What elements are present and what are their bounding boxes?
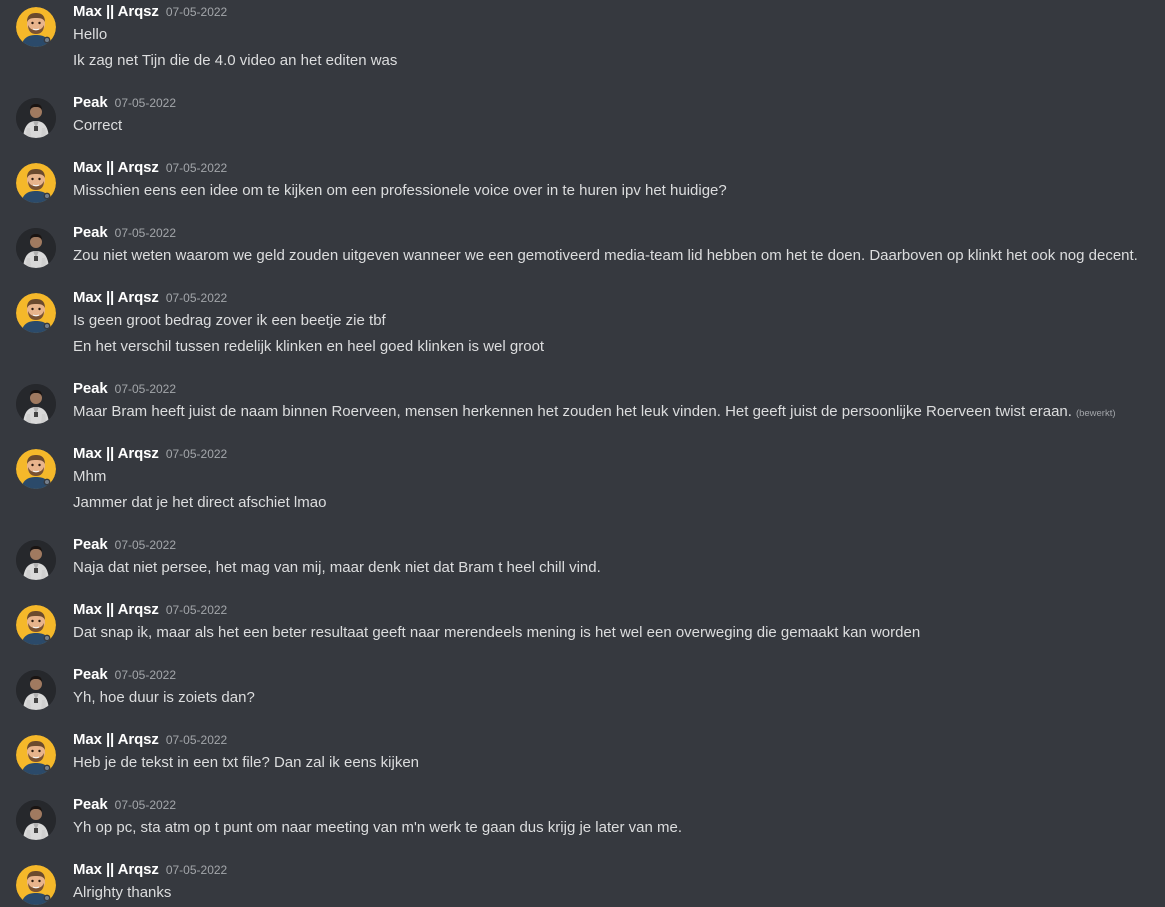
timestamp: 07-05-2022 [114,668,177,682]
message-content: Misschien eens een idee om te kijken om … [73,182,727,199]
peak-avatar[interactable] [16,670,56,710]
message-header: Peak 07-05-2022 [73,536,176,556]
message-header: Max || Arqsz 07-05-2022 [73,3,227,23]
max-avatar[interactable] [16,865,56,905]
message-header: Max || Arqsz 07-05-2022 [73,861,227,881]
timestamp: 07-05-2022 [165,447,228,461]
message-text: Dat snap ik, maar als het een beter resu… [73,623,920,643]
message-content: Ik zag net Tijn die de 4.0 video an het … [73,52,398,69]
message-text: Yh op pc, sta atm op t punt om naar meet… [73,818,682,838]
message-content: Dat snap ik, maar als het een beter resu… [73,624,921,641]
message-header: Max || Arqsz 07-05-2022 [73,445,227,465]
message-text: Yh, hoe duur is zoiets dan? [73,688,255,708]
message-content: Yh, hoe duur is zoiets dan? [73,689,255,706]
username[interactable]: Peak [73,94,108,111]
message-text: Ik zag net Tijn die de 4.0 video an het … [73,51,397,71]
timestamp: 07-05-2022 [165,291,228,305]
message-header: Peak 07-05-2022 [73,796,176,816]
username[interactable]: Max || Arqsz [73,445,159,462]
peak-avatar[interactable] [16,98,56,138]
message-header: Max || Arqsz 07-05-2022 [73,159,227,179]
message-text: Misschien eens een idee om te kijken om … [73,181,727,201]
timestamp: 07-05-2022 [114,798,177,812]
message-content: Hello [73,26,108,43]
message-content: En het verschil tussen redelijk klinken … [73,338,545,355]
message-content: Jammer dat je het direct afschiet lmao [73,494,327,511]
max-avatar[interactable] [16,163,56,203]
max-avatar[interactable] [16,735,56,775]
message-text: Naja dat niet persee, het mag van mij, m… [73,558,601,578]
username[interactable]: Peak [73,666,108,683]
max-avatar[interactable] [16,293,56,333]
message-text: Mhm [73,467,106,487]
username[interactable]: Peak [73,380,108,397]
message-header: Peak 07-05-2022 [73,94,176,114]
message-content: Yh op pc, sta atm op t punt om naar meet… [73,819,683,836]
message-header: Peak 07-05-2022 [73,224,176,244]
message-content: Is geen groot bedrag zover ik een beetje… [73,312,386,329]
message-content: Maar Bram heeft juist de naam binnen Roe… [73,403,1072,420]
timestamp: 07-05-2022 [114,538,177,552]
message-header: Peak 07-05-2022 [73,666,176,686]
message-text: Alrighty thanks [73,883,171,903]
message-text: Zou niet weten waarom we geld zouden uit… [73,246,1138,266]
username[interactable]: Peak [73,796,108,813]
edited-tag: (bewerkt) [1075,408,1116,419]
message-text: Maar Bram heeft juist de naam binnen Roe… [73,402,1116,424]
peak-avatar[interactable] [16,384,56,424]
timestamp: 07-05-2022 [114,382,177,396]
username[interactable]: Max || Arqsz [73,731,159,748]
message-content: Zou niet weten waarom we geld zouden uit… [73,247,1138,264]
timestamp: 07-05-2022 [165,603,228,617]
message-text: Hello [73,25,107,45]
message-header: Max || Arqsz 07-05-2022 [73,601,227,621]
timestamp: 07-05-2022 [114,226,177,240]
timestamp: 07-05-2022 [165,733,228,747]
timestamp: 07-05-2022 [114,96,177,110]
message-text: Heb je de tekst in een txt file? Dan zal… [73,753,419,773]
username[interactable]: Max || Arqsz [73,861,159,878]
peak-avatar[interactable] [16,540,56,580]
username[interactable]: Max || Arqsz [73,3,159,20]
message-content: Heb je de tekst in een txt file? Dan zal… [73,754,420,771]
timestamp: 07-05-2022 [165,863,228,877]
message-text: En het verschil tussen redelijk klinken … [73,337,544,357]
message-content: Naja dat niet persee, het mag van mij, m… [73,559,601,576]
message-content: Alrighty thanks [73,884,172,901]
username[interactable]: Peak [73,224,108,241]
username[interactable]: Max || Arqsz [73,159,159,176]
max-avatar[interactable] [16,449,56,489]
message-text: Correct [73,116,122,136]
message-header: Max || Arqsz 07-05-2022 [73,731,227,751]
peak-avatar[interactable] [16,800,56,840]
message-header: Max || Arqsz 07-05-2022 [73,289,227,309]
max-avatar[interactable] [16,605,56,645]
username[interactable]: Max || Arqsz [73,289,159,306]
message-header: Peak 07-05-2022 [73,380,176,400]
max-avatar[interactable] [16,7,56,47]
message-content: Mhm [73,468,107,485]
username[interactable]: Peak [73,536,108,553]
timestamp: 07-05-2022 [165,5,228,19]
message-content: Correct [73,117,123,134]
timestamp: 07-05-2022 [165,161,228,175]
message-text: Jammer dat je het direct afschiet lmao [73,493,326,513]
message-text: Is geen groot bedrag zover ik een beetje… [73,311,386,331]
chat-messages: Max || Arqsz 07-05-2022 Hello Ik zag net Ti… [0,0,1165,907]
peak-avatar[interactable] [16,228,56,268]
username[interactable]: Max || Arqsz [73,601,159,618]
